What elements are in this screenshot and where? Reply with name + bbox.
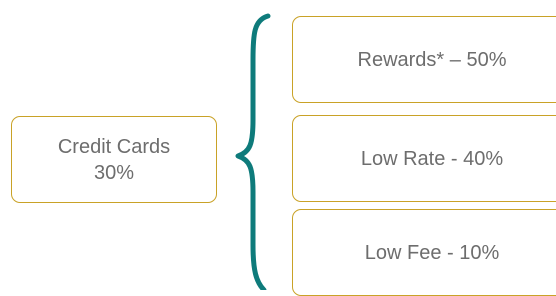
low-fee-node: Low Fee - 10% (292, 209, 556, 296)
low-fee-label: Low Fee - 10% (364, 241, 500, 264)
rewards-label: Rewards* – 50% (357, 48, 507, 71)
low-rate-label: Low Rate - 40% (360, 147, 504, 170)
low-rate-node: Low Rate - 40% (292, 115, 556, 202)
rewards-node: Rewards* – 50% (292, 16, 556, 103)
